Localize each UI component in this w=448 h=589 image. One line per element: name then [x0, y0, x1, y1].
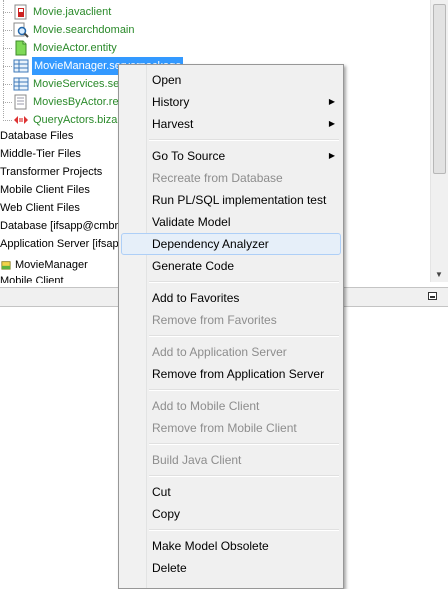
- server-package-icon: [13, 59, 29, 73]
- menu-separator: [149, 389, 339, 391]
- menu-item-label: Validate Model: [152, 215, 231, 229]
- menu-item-recreate-from-database: Recreate from Database: [121, 167, 341, 189]
- tree-scrollbar[interactable]: ▼: [430, 0, 448, 282]
- menu-item-label: Delete: [152, 561, 187, 575]
- menu-item-copy[interactable]: Copy: [121, 503, 341, 525]
- menu-item-label: Harvest: [152, 117, 194, 131]
- menu-separator: [149, 139, 339, 141]
- movie-manager-icon: [1, 261, 11, 270]
- menu-separator: [149, 281, 339, 283]
- search-domain-icon: [13, 22, 29, 38]
- menu-item-harvest[interactable]: Harvest ▶: [121, 113, 341, 135]
- scroll-down-arrow-icon[interactable]: ▼: [434, 271, 444, 279]
- menu-separator: [149, 335, 339, 337]
- menu-item-history[interactable]: History ▶: [121, 91, 341, 113]
- tree-item-label: MovieServices.se: [33, 78, 120, 90]
- submenu-arrow-icon: ▶: [328, 97, 335, 106]
- menu-item-add-to-mobile-client: Add to Mobile Client: [121, 395, 341, 417]
- java-client-icon: [14, 4, 27, 20]
- menu-item-remove-from-favorites: Remove from Favorites: [121, 309, 341, 331]
- menu-item-label: Remove from Application Server: [152, 367, 325, 381]
- menu-item-build-java-client: Build Java Client: [121, 449, 341, 471]
- tree-guide-line: [3, 0, 4, 118]
- context-menu: Open History ▶ Harvest ▶ Go To Source ▶ Rec…: [118, 64, 344, 589]
- menu-item-open[interactable]: Open: [121, 69, 341, 91]
- menu-item-delete[interactable]: Delete: [121, 557, 341, 579]
- menu-item-label: Generate Code: [152, 259, 235, 273]
- minimize-icon[interactable]: [428, 292, 437, 300]
- report-file-icon: [14, 94, 27, 110]
- tree-node-application-server[interactable]: Application Server [ifsapp: [0, 238, 125, 250]
- tree-node-database-files[interactable]: Database Files: [0, 130, 73, 142]
- menu-item-cut[interactable]: Cut: [121, 481, 341, 503]
- submenu-arrow-icon: ▶: [328, 119, 335, 128]
- menu-item-label: Remove from Mobile Client: [152, 421, 297, 435]
- tree-node-database-connection[interactable]: Database [ifsapp@cmbrn: [0, 220, 124, 232]
- submenu-arrow-icon: ▶: [328, 151, 335, 160]
- menu-item-remove-from-mobile-client: Remove from Mobile Client: [121, 417, 341, 439]
- tree-item-label: MoviesByActor.re: [33, 96, 119, 108]
- menu-item-label: Go To Source: [152, 149, 226, 163]
- tree-item-label: QueryActors.biza: [33, 114, 118, 126]
- menu-item-add-to-favorites[interactable]: Add to Favorites: [121, 287, 341, 309]
- menu-item-label: Make Model Obsolete: [152, 539, 269, 553]
- tree-node-mobile-client-files[interactable]: Mobile Client Files: [0, 184, 90, 196]
- menu-item-remove-from-application-server[interactable]: Remove from Application Server: [121, 363, 341, 385]
- tree-item-label: Movie.searchdomain: [33, 24, 135, 36]
- menu-item-label: Open: [152, 73, 182, 87]
- tree-node-web-client-files[interactable]: Web Client Files: [0, 202, 80, 214]
- tree-item-label: MovieActor.entity: [33, 42, 117, 54]
- menu-separator: [149, 475, 339, 477]
- menu-item-label: Copy: [152, 507, 181, 521]
- tree-node-middle-tier-files[interactable]: Middle-Tier Files: [0, 148, 81, 160]
- menu-item-label: Dependency Analyzer: [152, 237, 269, 251]
- menu-item-label: Remove from Favorites: [152, 313, 277, 327]
- server-package-icon: [13, 77, 29, 91]
- menu-item-label: Add to Application Server: [152, 345, 287, 359]
- menu-item-label: Recreate from Database: [152, 171, 283, 185]
- menu-item-make-model-obsolete[interactable]: Make Model Obsolete: [121, 535, 341, 557]
- menu-item-go-to-source[interactable]: Go To Source ▶: [121, 145, 341, 167]
- menu-separator: [149, 443, 339, 445]
- menu-separator: [149, 529, 339, 531]
- tree-node-transformer-projects[interactable]: Transformer Projects: [0, 166, 102, 178]
- menu-item-label: Add to Favorites: [152, 291, 240, 305]
- menu-item-generate-code[interactable]: Generate Code: [121, 255, 341, 277]
- entity-file-icon: [15, 40, 27, 56]
- menu-item-label: Cut: [152, 485, 171, 499]
- menu-item-label: History: [152, 95, 190, 109]
- menu-item-validate-model[interactable]: Validate Model: [121, 211, 341, 233]
- tree-node-mobile-client[interactable]: Mobile Client: [0, 275, 64, 283]
- menu-item-label: Add to Mobile Client: [152, 399, 260, 413]
- menu-item-add-to-application-server: Add to Application Server: [121, 341, 341, 363]
- menu-item-label: Run PL/SQL implementation test: [152, 193, 327, 207]
- menu-item-run-plsql-test[interactable]: Run PL/SQL implementation test: [121, 189, 341, 211]
- tree-item-label: MovieManager: [15, 259, 88, 271]
- menu-item-dependency-analyzer[interactable]: Dependency Analyzer: [121, 233, 341, 255]
- business-activity-icon: [14, 116, 28, 124]
- scrollbar-thumb[interactable]: [433, 4, 446, 174]
- tree-item-label: Movie.javaclient: [33, 6, 112, 18]
- menu-item-label: Build Java Client: [152, 453, 242, 467]
